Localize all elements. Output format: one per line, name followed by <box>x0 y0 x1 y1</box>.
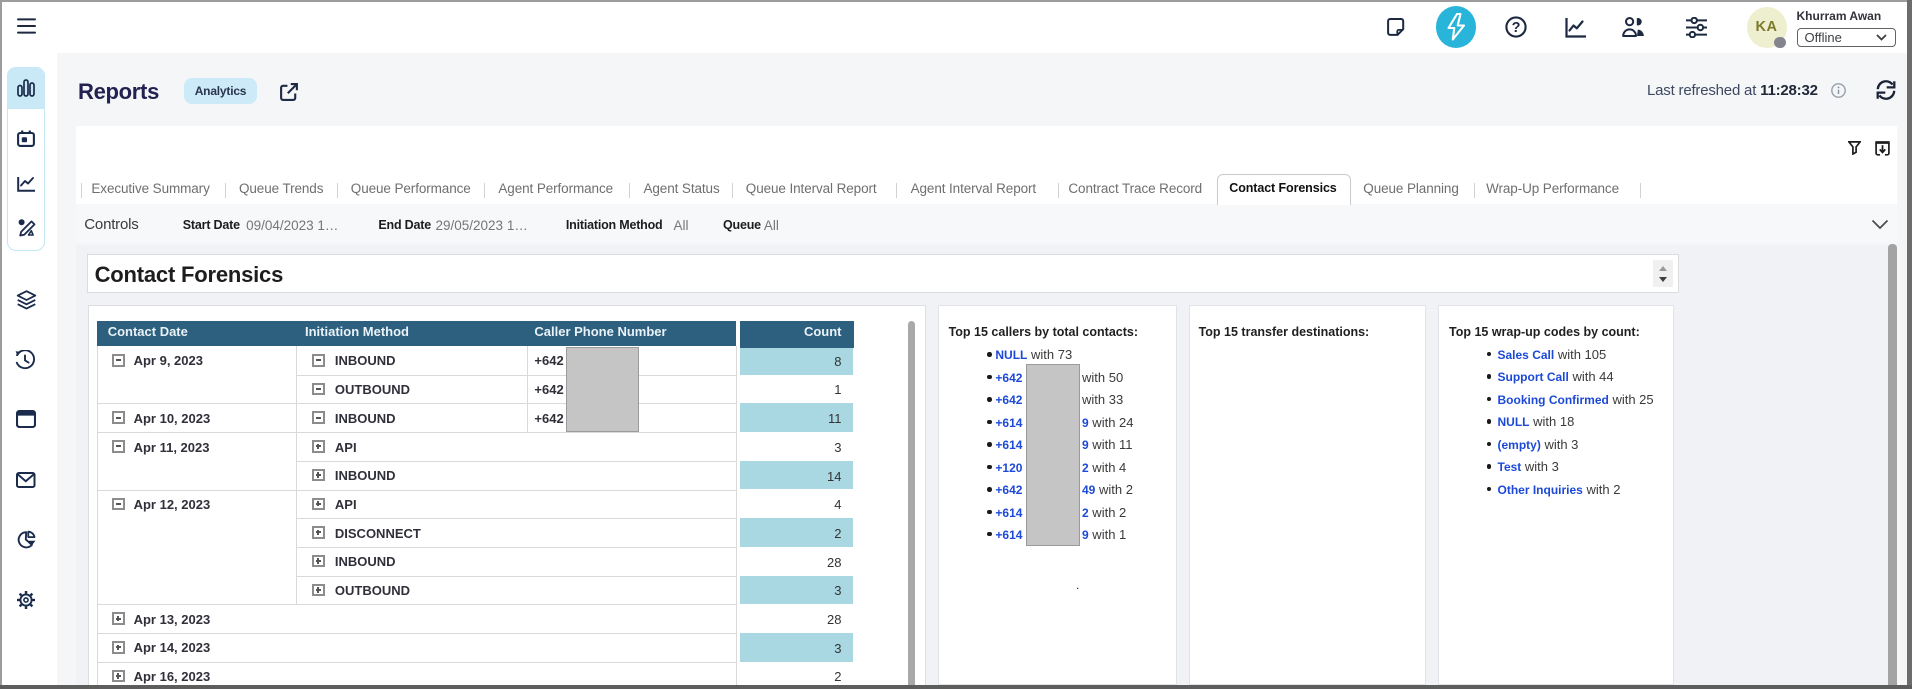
svg-text:?: ? <box>1512 20 1521 36</box>
